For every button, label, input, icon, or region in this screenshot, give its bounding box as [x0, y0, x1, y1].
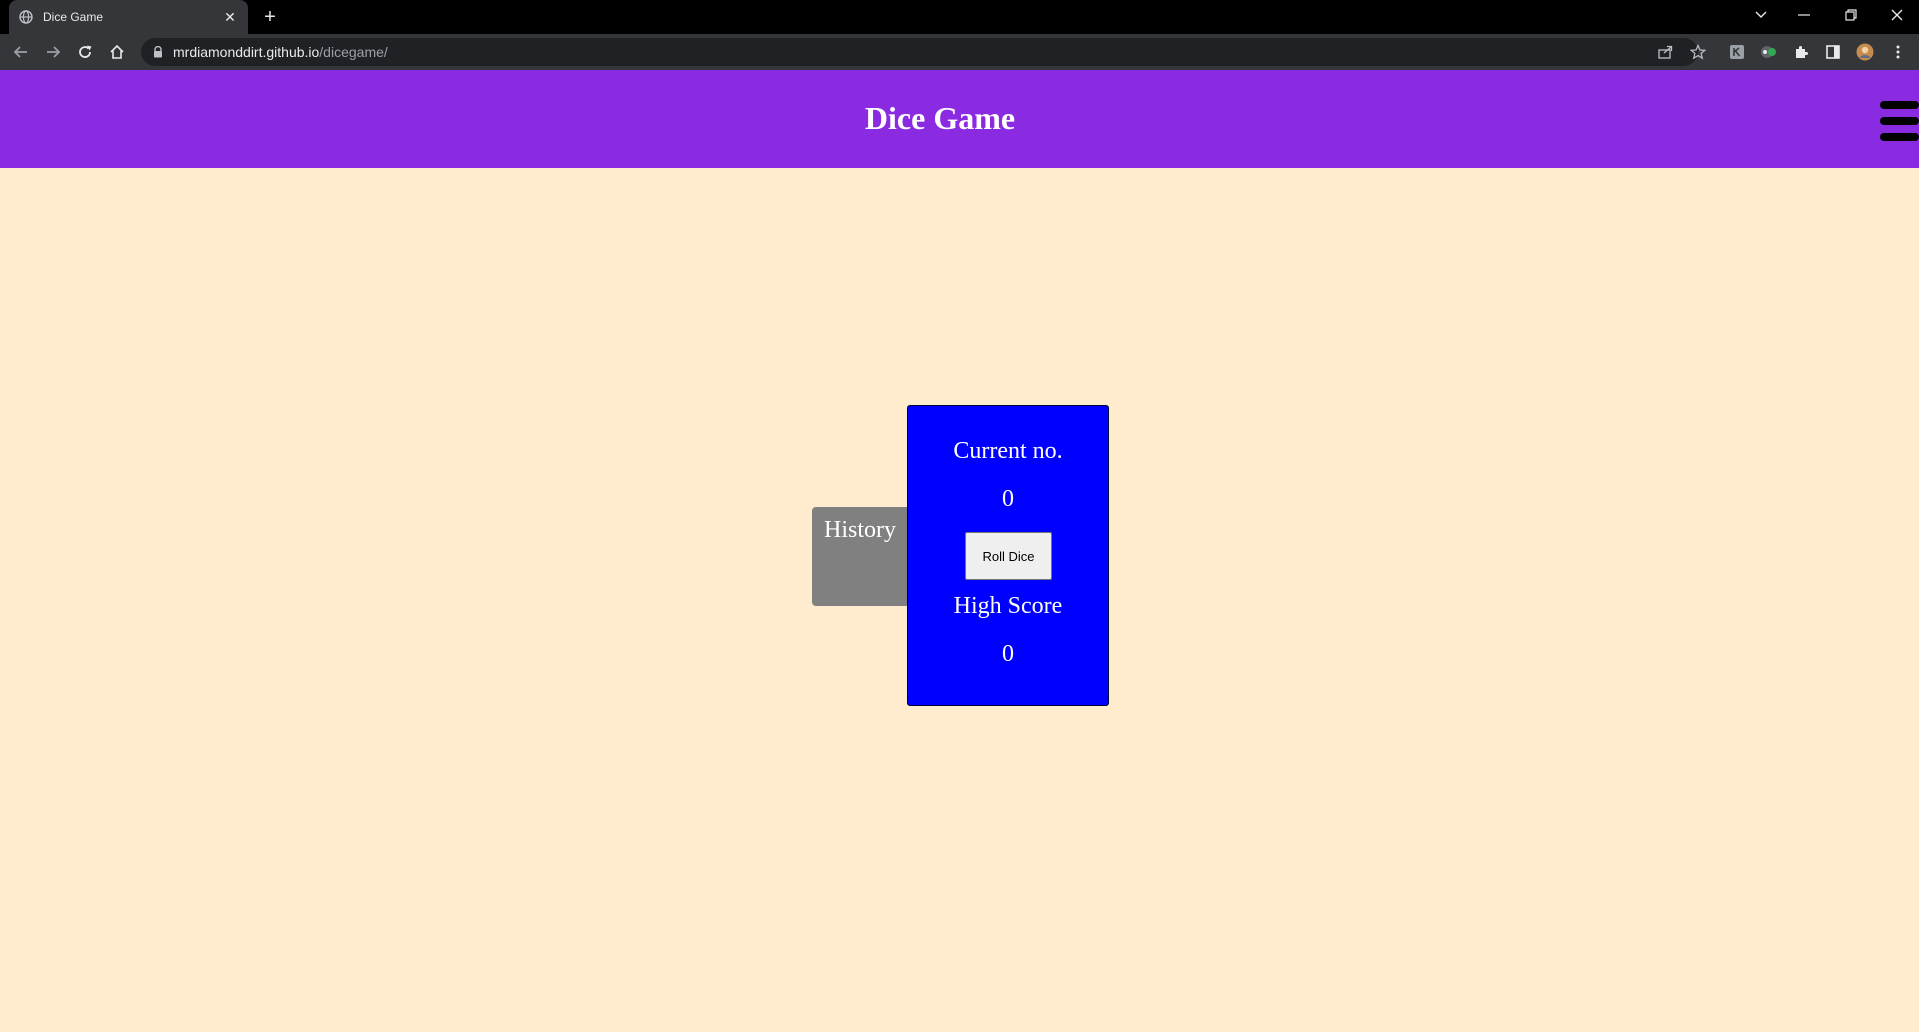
browser-tab[interactable]: Dice Game ✕	[9, 0, 248, 34]
page-body: Dice Game History Current no. 0 Roll Dic…	[0, 70, 1919, 1032]
lock-icon	[153, 46, 163, 58]
dice-game-card: Current no. 0 Roll Dice High Score 0	[907, 405, 1109, 706]
browser-toolbar: mrdiamonddirt.github.io/dicegame/	[0, 34, 1919, 70]
tab-search-icon[interactable]	[1741, 0, 1781, 30]
side-panel-icon[interactable]	[1824, 43, 1842, 61]
minimize-icon[interactable]	[1784, 0, 1824, 30]
url-path: /dicegame/	[319, 44, 388, 60]
history-panel[interactable]: History	[812, 507, 908, 606]
close-window-icon[interactable]	[1877, 0, 1917, 30]
browser-tabstrip: Dice Game ✕ +	[0, 0, 1919, 34]
puzzle-icon[interactable]	[1792, 43, 1810, 61]
high-score-value: 0	[1002, 641, 1014, 667]
kebab-menu-icon[interactable]	[1889, 43, 1907, 61]
hamburger-bar	[1880, 133, 1919, 141]
new-tab-icon[interactable]: +	[258, 6, 282, 28]
page-title: Dice Game	[864, 100, 1016, 136]
address-bar[interactable]: mrdiamonddirt.github.io/dicegame/	[141, 38, 1698, 66]
restore-icon[interactable]	[1831, 0, 1871, 30]
extension-toggle-icon[interactable]	[1760, 43, 1778, 61]
star-icon[interactable]	[1689, 43, 1707, 61]
reload-icon[interactable]	[73, 40, 97, 64]
extension-k-icon[interactable]	[1728, 43, 1746, 61]
history-label: History	[824, 517, 896, 543]
current-number-label: Current no.	[953, 438, 1063, 464]
url-host: mrdiamonddirt.github.io	[173, 44, 320, 60]
share-icon[interactable]	[1657, 43, 1675, 61]
roll-dice-button[interactable]: Roll Dice	[965, 532, 1052, 580]
forward-arrow-icon[interactable]	[41, 40, 65, 64]
back-arrow-icon[interactable]	[9, 40, 33, 64]
high-score-label: High Score	[953, 593, 1063, 619]
close-tab-icon[interactable]: ✕	[222, 9, 238, 25]
site-header: Dice Game	[0, 70, 1919, 168]
hamburger-bar	[1880, 117, 1919, 125]
globe-icon	[19, 10, 33, 24]
tab-title: Dice Game	[43, 10, 104, 24]
profile-avatar-icon[interactable]	[1856, 43, 1874, 61]
hamburger-bar	[1880, 101, 1919, 109]
hamburger-icon[interactable]	[1880, 101, 1919, 141]
current-number-value: 0	[1002, 486, 1014, 512]
home-icon[interactable]	[105, 40, 129, 64]
